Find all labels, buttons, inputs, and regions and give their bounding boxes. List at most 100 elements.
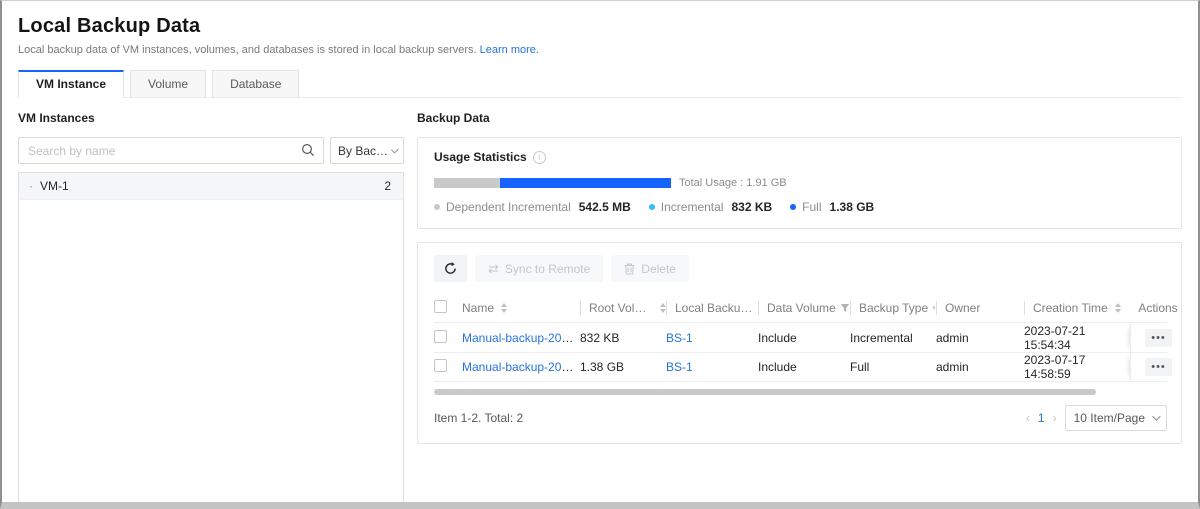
- usage-bar-segment-full: [500, 178, 671, 188]
- backup-type-cell: Full: [850, 360, 936, 374]
- local-backup-data-page: Local Backup Data Local backup data of V…: [0, 0, 1200, 509]
- legend-value-dependent-incremental: 542.5 MB: [579, 200, 631, 214]
- backup-server-link[interactable]: BS-1: [666, 331, 693, 345]
- learn-more-link[interactable]: Learn more.: [480, 44, 539, 56]
- row-checkbox[interactable]: [434, 330, 447, 343]
- column-header-creation-time-label: Creation Time: [1033, 301, 1108, 315]
- chevron-down-icon: [391, 145, 399, 153]
- vm-item-count-badge: 2: [384, 179, 391, 193]
- data-volume-cell: Include: [758, 360, 850, 374]
- row-actions-button[interactable]: •••: [1145, 358, 1172, 376]
- prev-page-button[interactable]: ‹: [1026, 411, 1030, 425]
- column-header-creation-time[interactable]: Creation Time: [1024, 301, 1130, 315]
- column-header-local-backup-server: Local Backup Server: [666, 301, 758, 315]
- page-size-value: 10 Item/Page: [1074, 411, 1145, 425]
- column-header-data-volume-label: Data Volume: [767, 301, 836, 315]
- column-header-name[interactable]: Name: [462, 301, 580, 315]
- vm-item-name: VM-1: [40, 179, 69, 193]
- search-icon[interactable]: [301, 143, 315, 162]
- sort-icon[interactable]: [501, 303, 507, 313]
- backup-type-cell: Incremental: [850, 331, 936, 345]
- column-header-backup-type[interactable]: Backup Type: [850, 301, 936, 315]
- table-row: Manual-backup-2023-07-1... 1.38 GB BS-1 …: [434, 352, 1167, 382]
- sync-to-remote-label: Sync to Remote: [505, 262, 590, 276]
- legend-dot-full: [790, 204, 796, 210]
- info-icon[interactable]: i: [533, 151, 546, 164]
- sort-icon[interactable]: [1115, 303, 1121, 313]
- legend-label-dependent-incremental: Dependent Incremental: [446, 200, 571, 214]
- total-usage-label: Total Usage : 1.91 GB: [679, 177, 787, 189]
- delete-label: Delete: [641, 262, 676, 276]
- tab-vm-instance[interactable]: VM Instance: [18, 70, 124, 98]
- horizontal-scrollbar[interactable]: [434, 389, 1096, 395]
- legend-dot-dependent-incremental: [434, 204, 440, 210]
- column-header-owner: Owner: [936, 301, 1024, 315]
- chevron-down-icon: [1152, 412, 1160, 420]
- usage-statistics-card: Usage Statistics i Total Usage : 1.91 GB: [417, 137, 1182, 229]
- page-subtitle-text: Local backup data of VM instances, volum…: [18, 44, 477, 56]
- data-volume-cell: Include: [758, 331, 850, 345]
- usage-bar: [434, 178, 671, 188]
- page-title: Local Backup Data: [18, 15, 1182, 38]
- column-header-local-backup-server-label: Local Backup Server: [675, 301, 758, 315]
- pagination-bar: Item 1-2. Total: 2 ‹ 1 › 10 Item/Page: [434, 405, 1167, 431]
- search-input[interactable]: [18, 137, 324, 164]
- select-all-checkbox[interactable]: [434, 300, 447, 313]
- page-size-select[interactable]: 10 Item/Page: [1065, 405, 1167, 431]
- page-subtitle: Local backup data of VM instances, volum…: [18, 44, 1182, 56]
- column-header-root-volume[interactable]: Root Volume B...: [580, 301, 666, 315]
- sync-to-remote-button[interactable]: ⇄ Sync to Remote: [475, 255, 603, 282]
- page-number[interactable]: 1: [1038, 411, 1045, 425]
- search-box: [18, 137, 324, 164]
- pagination-summary: Item 1-2. Total: 2: [434, 411, 523, 425]
- legend-dot-incremental: [649, 204, 655, 210]
- tab-database[interactable]: Database: [212, 70, 299, 98]
- backup-name-link[interactable]: Manual-backup-2023-07-2...: [462, 331, 580, 345]
- column-header-root-volume-label: Root Volume B...: [589, 301, 653, 315]
- delete-button[interactable]: Delete: [611, 255, 689, 282]
- column-header-data-volume[interactable]: Data Volume: [758, 301, 850, 315]
- vm-instances-title: VM Instances: [18, 111, 404, 125]
- refresh-button[interactable]: [434, 255, 467, 282]
- row-checkbox[interactable]: [434, 359, 447, 372]
- next-page-button[interactable]: ›: [1053, 411, 1057, 425]
- sync-icon: ⇄: [488, 261, 499, 277]
- owner-cell: admin: [936, 331, 1024, 345]
- column-header-owner-label: Owner: [945, 301, 980, 315]
- total-usage-value: 1.91 GB: [746, 177, 786, 189]
- vm-instance-list: · VM-1 2: [18, 172, 404, 505]
- refresh-icon: [444, 262, 457, 275]
- table-header-row: Name Root Volume B... Local Backup Serve…: [434, 294, 1167, 322]
- legend-label-incremental: Incremental: [661, 200, 724, 214]
- vm-list-item-vm-1[interactable]: · VM-1 2: [19, 173, 403, 200]
- column-header-name-label: Name: [462, 301, 494, 315]
- trash-icon: [624, 263, 635, 275]
- owner-cell: admin: [936, 360, 1024, 374]
- tab-bar: VM Instance Volume Database: [18, 69, 1182, 98]
- backup-server-link[interactable]: BS-1: [666, 360, 693, 374]
- legend-value-incremental: 832 KB: [731, 200, 772, 214]
- usage-bar-segment-dependent-incremental: [434, 178, 500, 188]
- legend-value-full: 1.38 GB: [830, 200, 875, 214]
- table-toolbar: ⇄ Sync to Remote Delete: [434, 255, 1167, 282]
- creation-time-cell: 2023-07-21 15:54:34: [1024, 324, 1130, 352]
- legend-label-full: Full: [802, 200, 821, 214]
- root-volume-cell: 832 KB: [580, 331, 666, 345]
- tab-volume[interactable]: Volume: [130, 70, 206, 98]
- backup-name-link[interactable]: Manual-backup-2023-07-1...: [462, 360, 580, 374]
- backup-table-card: ⇄ Sync to Remote Delete Name: [417, 242, 1182, 444]
- backup-table: Name Root Volume B... Local Backup Serve…: [434, 294, 1167, 395]
- column-header-backup-type-label: Backup Type: [859, 301, 928, 315]
- backup-filter-dropdown[interactable]: By Backup ...: [330, 137, 404, 164]
- vm-instances-panel: VM Instances By Backup ...: [18, 111, 404, 505]
- total-usage-text: Total Usage :: [679, 177, 743, 189]
- backup-data-title: Backup Data: [417, 111, 1182, 125]
- backup-data-panel: Backup Data Usage Statistics i Tota: [417, 111, 1182, 505]
- backup-filter-value: By Backup ...: [338, 144, 391, 158]
- filter-icon[interactable]: [840, 303, 850, 313]
- column-header-actions-label: Actions: [1138, 301, 1177, 315]
- usage-legend: Dependent Incremental 542.5 MB Increment…: [434, 200, 1165, 214]
- table-row: Manual-backup-2023-07-2... 832 KB BS-1 I…: [434, 322, 1167, 352]
- row-actions-button[interactable]: •••: [1145, 329, 1172, 347]
- root-volume-cell: 1.38 GB: [580, 360, 666, 374]
